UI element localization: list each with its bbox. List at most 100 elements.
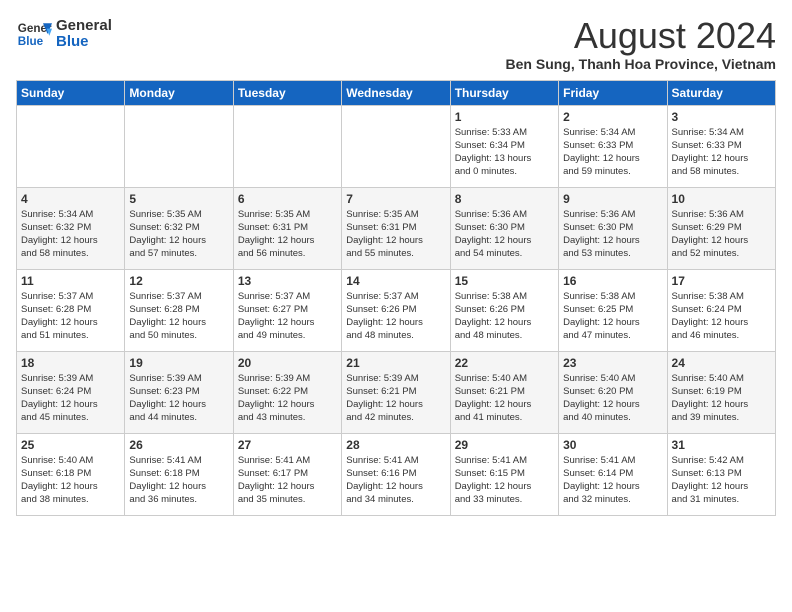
calendar-cell: 13Sunrise: 5:37 AM Sunset: 6:27 PM Dayli… (233, 269, 341, 351)
calendar-cell: 1 Sunrise: 5:33 AM Sunset: 6:34 PM Daylig… (450, 105, 558, 187)
calendar-cell: 29 Sunrise: 5:41 AM Sunset: 6:15 PM Dayli… (450, 433, 558, 515)
day-info: Sunrise: 5:37 AM Sunset: 6:28 PM Dayligh… (21, 290, 120, 343)
calendar-cell (125, 105, 233, 187)
calendar-cell: 20 Sunrise: 5:39 AM Sunset: 6:22 PM Dayli… (233, 351, 341, 433)
calendar-cell: 7 Sunrise: 5:35 AM Sunset: 6:31 PM Daylig… (342, 187, 450, 269)
week-row-1: 1 Sunrise: 5:33 AM Sunset: 6:34 PM Daylig… (17, 105, 776, 187)
day-info: Sunrise: 5:41 AM Sunset: 6:15 PM Dayligh… (455, 454, 554, 507)
day-number: 28 (346, 438, 445, 452)
week-row-5: 25 Sunrise: 5:40 AM Sunset: 6:18 PM Dayli… (17, 433, 776, 515)
calendar-cell (17, 105, 125, 187)
day-number: 29 (455, 438, 554, 452)
day-info: Sunrise: 5:40 AM Sunset: 6:21 PM Dayligh… (455, 372, 554, 425)
calendar-cell: 25 Sunrise: 5:40 AM Sunset: 6:18 PM Dayli… (17, 433, 125, 515)
column-header-sunday: Sunday (17, 80, 125, 105)
day-number: 16 (563, 274, 662, 288)
day-number: 23 (563, 356, 662, 370)
day-info: Sunrise: 5:40 AM Sunset: 6:18 PM Dayligh… (21, 454, 120, 507)
day-number: 8 (455, 192, 554, 206)
day-number: 4 (21, 192, 120, 206)
day-info: Sunrise: 5:39 AM Sunset: 6:21 PM Dayligh… (346, 372, 445, 425)
month-year-title: August 2024 (506, 16, 776, 56)
calendar-cell: 21 Sunrise: 5:39 AM Sunset: 6:21 PM Dayli… (342, 351, 450, 433)
day-number: 31 (672, 438, 771, 452)
calendar-cell: 31 Sunrise: 5:42 AM Sunset: 6:13 PM Dayli… (667, 433, 775, 515)
calendar-cell: 9 Sunrise: 5:36 AM Sunset: 6:30 PM Daylig… (559, 187, 667, 269)
week-row-3: 11Sunrise: 5:37 AM Sunset: 6:28 PM Dayli… (17, 269, 776, 351)
day-info: Sunrise: 5:41 AM Sunset: 6:16 PM Dayligh… (346, 454, 445, 507)
day-info: Sunrise: 5:35 AM Sunset: 6:31 PM Dayligh… (346, 208, 445, 261)
day-number: 14 (346, 274, 445, 288)
day-info: Sunrise: 5:36 AM Sunset: 6:30 PM Dayligh… (455, 208, 554, 261)
calendar-cell: 8 Sunrise: 5:36 AM Sunset: 6:30 PM Daylig… (450, 187, 558, 269)
day-info: Sunrise: 5:35 AM Sunset: 6:31 PM Dayligh… (238, 208, 337, 261)
day-number: 7 (346, 192, 445, 206)
calendar-cell: 16 Sunrise: 5:38 AM Sunset: 6:25 PM Dayli… (559, 269, 667, 351)
day-info: Sunrise: 5:39 AM Sunset: 6:22 PM Dayligh… (238, 372, 337, 425)
day-number: 13 (238, 274, 337, 288)
column-header-wednesday: Wednesday (342, 80, 450, 105)
day-number: 5 (129, 192, 228, 206)
day-info: Sunrise: 5:42 AM Sunset: 6:13 PM Dayligh… (672, 454, 771, 507)
calendar-cell: 3 Sunrise: 5:34 AM Sunset: 6:33 PM Daylig… (667, 105, 775, 187)
svg-text:Blue: Blue (18, 35, 44, 48)
day-info: Sunrise: 5:38 AM Sunset: 6:24 PM Dayligh… (672, 290, 771, 343)
day-number: 27 (238, 438, 337, 452)
calendar-cell (342, 105, 450, 187)
calendar-cell: 24Sunrise: 5:40 AM Sunset: 6:19 PM Dayli… (667, 351, 775, 433)
day-info: Sunrise: 5:41 AM Sunset: 6:18 PM Dayligh… (129, 454, 228, 507)
calendar-cell: 14 Sunrise: 5:37 AM Sunset: 6:26 PM Dayli… (342, 269, 450, 351)
day-info: Sunrise: 5:36 AM Sunset: 6:30 PM Dayligh… (563, 208, 662, 261)
calendar-cell: 17 Sunrise: 5:38 AM Sunset: 6:24 PM Dayli… (667, 269, 775, 351)
calendar-cell: 6 Sunrise: 5:35 AM Sunset: 6:31 PM Daylig… (233, 187, 341, 269)
day-info: Sunrise: 5:38 AM Sunset: 6:25 PM Dayligh… (563, 290, 662, 343)
week-row-4: 18 Sunrise: 5:39 AM Sunset: 6:24 PM Dayli… (17, 351, 776, 433)
day-info: Sunrise: 5:38 AM Sunset: 6:26 PM Dayligh… (455, 290, 554, 343)
day-number: 17 (672, 274, 771, 288)
day-number: 25 (21, 438, 120, 452)
calendar-cell: 19 Sunrise: 5:39 AM Sunset: 6:23 PM Dayli… (125, 351, 233, 433)
logo-blue: Blue (56, 34, 112, 51)
day-number: 1 (455, 110, 554, 124)
day-number: 6 (238, 192, 337, 206)
day-number: 3 (672, 110, 771, 124)
header: General Blue General Blue August 2024 Be… (16, 16, 776, 72)
calendar-table: SundayMondayTuesdayWednesdayThursdayFrid… (16, 80, 776, 516)
calendar-cell (233, 105, 341, 187)
calendar-cell: 4Sunrise: 5:34 AM Sunset: 6:32 PM Daylig… (17, 187, 125, 269)
logo-icon: General Blue (16, 16, 52, 52)
logo: General Blue General Blue (16, 16, 112, 52)
week-row-2: 4Sunrise: 5:34 AM Sunset: 6:32 PM Daylig… (17, 187, 776, 269)
day-info: Sunrise: 5:33 AM Sunset: 6:34 PM Dayligh… (455, 126, 554, 179)
calendar-cell: 10Sunrise: 5:36 AM Sunset: 6:29 PM Dayli… (667, 187, 775, 269)
day-number: 10 (672, 192, 771, 206)
calendar-cell: 23Sunrise: 5:40 AM Sunset: 6:20 PM Dayli… (559, 351, 667, 433)
logo-general: General (56, 18, 112, 35)
day-info: Sunrise: 5:41 AM Sunset: 6:17 PM Dayligh… (238, 454, 337, 507)
calendar-cell: 15 Sunrise: 5:38 AM Sunset: 6:26 PM Dayli… (450, 269, 558, 351)
day-info: Sunrise: 5:34 AM Sunset: 6:33 PM Dayligh… (672, 126, 771, 179)
day-info: Sunrise: 5:37 AM Sunset: 6:26 PM Dayligh… (346, 290, 445, 343)
title-section: August 2024 Ben Sung, Thanh Hoa Province… (506, 16, 776, 72)
calendar-cell: 5Sunrise: 5:35 AM Sunset: 6:32 PM Daylig… (125, 187, 233, 269)
column-header-friday: Friday (559, 80, 667, 105)
day-number: 19 (129, 356, 228, 370)
day-number: 21 (346, 356, 445, 370)
calendar-cell: 30Sunrise: 5:41 AM Sunset: 6:14 PM Dayli… (559, 433, 667, 515)
day-info: Sunrise: 5:39 AM Sunset: 6:23 PM Dayligh… (129, 372, 228, 425)
day-info: Sunrise: 5:37 AM Sunset: 6:28 PM Dayligh… (129, 290, 228, 343)
calendar-cell: 12 Sunrise: 5:37 AM Sunset: 6:28 PM Dayli… (125, 269, 233, 351)
calendar-cell: 26Sunrise: 5:41 AM Sunset: 6:18 PM Dayli… (125, 433, 233, 515)
day-number: 20 (238, 356, 337, 370)
day-number: 18 (21, 356, 120, 370)
calendar-cell: 22Sunrise: 5:40 AM Sunset: 6:21 PM Dayli… (450, 351, 558, 433)
location-subtitle: Ben Sung, Thanh Hoa Province, Vietnam (506, 56, 776, 72)
day-info: Sunrise: 5:34 AM Sunset: 6:33 PM Dayligh… (563, 126, 662, 179)
day-number: 15 (455, 274, 554, 288)
day-number: 9 (563, 192, 662, 206)
column-header-tuesday: Tuesday (233, 80, 341, 105)
column-header-thursday: Thursday (450, 80, 558, 105)
day-number: 12 (129, 274, 228, 288)
day-info: Sunrise: 5:39 AM Sunset: 6:24 PM Dayligh… (21, 372, 120, 425)
day-info: Sunrise: 5:41 AM Sunset: 6:14 PM Dayligh… (563, 454, 662, 507)
